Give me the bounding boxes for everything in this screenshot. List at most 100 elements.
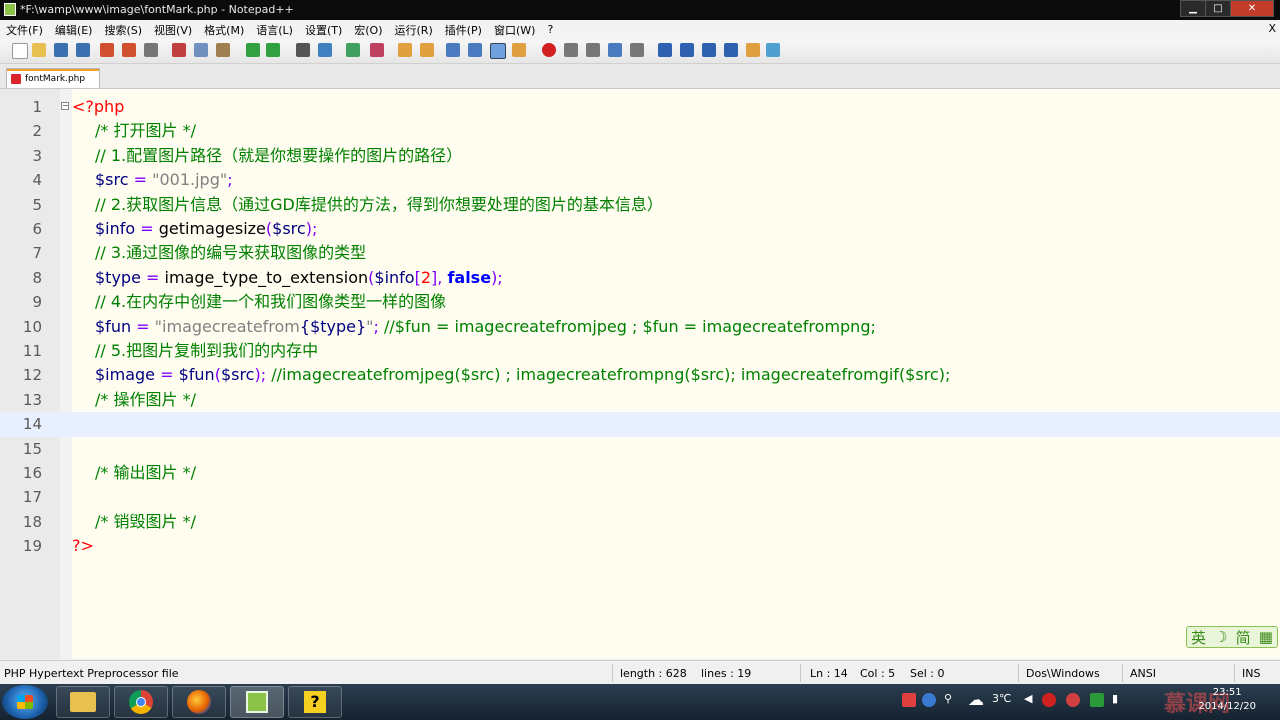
code-line[interactable]: 12 $image = $fun($src); //imagecreatefrom…	[0, 363, 1280, 387]
taskbar-chrome[interactable]	[114, 686, 168, 718]
comment: // 4.在内存中创建一个和我们图像类型一样的图像	[95, 292, 447, 312]
code-line[interactable]: 16 /* 输出图片 */	[0, 461, 1280, 485]
wrap-icon[interactable]	[446, 43, 460, 57]
replace-icon[interactable]	[318, 43, 332, 57]
code-line[interactable]: 1 − <?php	[0, 95, 1280, 119]
code-line[interactable]: 17	[0, 485, 1280, 509]
paste-icon[interactable]	[216, 43, 230, 57]
close-button[interactable]: ✕	[1230, 0, 1274, 17]
comment: /* 销毁图片 */	[95, 511, 196, 531]
maximize-button[interactable]: □	[1205, 0, 1231, 17]
find-icon[interactable]	[296, 43, 310, 57]
menu-search[interactable]: 搜索(S)	[98, 22, 148, 38]
code-line[interactable]: 4 $src = "001.jpg";	[0, 168, 1280, 192]
tray-record-icon[interactable]	[1042, 693, 1056, 707]
ime-language[interactable]: 英	[1191, 627, 1206, 648]
redo-icon[interactable]	[266, 43, 280, 57]
ime-toolbar[interactable]: 英 ☽ 简 ▦	[1186, 626, 1278, 648]
save-icon[interactable]	[54, 43, 68, 57]
code-line[interactable]: 9 // 4.在内存中创建一个和我们图像类型一样的图像	[0, 290, 1280, 314]
taskbar-help[interactable]: ?	[288, 686, 342, 718]
code-line[interactable]: 10 $fun = "imagecreatefrom{$type}"; //$fu…	[0, 315, 1280, 339]
undo-icon[interactable]	[246, 43, 260, 57]
line-number: 1	[32, 98, 42, 116]
menu-settings[interactable]: 设置(T)	[299, 22, 348, 38]
sort-icon[interactable]	[724, 43, 738, 57]
tray-mic-icon[interactable]: ⚲	[944, 692, 952, 705]
close-file-icon[interactable]	[100, 43, 114, 57]
close-all-icon[interactable]	[122, 43, 136, 57]
menu-edit[interactable]: 编辑(E)	[49, 22, 99, 38]
code-line[interactable]: 2 /* 打开图片 */	[0, 119, 1280, 143]
save-all-icon[interactable]	[76, 43, 90, 57]
indent-guide-icon[interactable]	[490, 43, 506, 59]
fold-toggle-icon[interactable]: −	[61, 102, 69, 110]
tray-clock[interactable]: 23:51 2014/12/20	[1198, 686, 1256, 714]
ime-mode[interactable]: 简	[1236, 627, 1251, 648]
sync-v-icon[interactable]	[398, 43, 412, 57]
code-line[interactable]: 3 // 1.配置图片路径（就是你想要操作的图片的路径）	[0, 144, 1280, 168]
save-macro-icon[interactable]	[630, 43, 644, 57]
line-number: 8	[32, 268, 42, 287]
play-macro-icon[interactable]	[586, 43, 600, 57]
tray-browser-icon[interactable]	[1066, 693, 1080, 707]
taskbar: ? ⚲ ☁ 3℃ ◀ ▮ 慕课网 23:51 2014/12/20	[0, 684, 1280, 720]
code-line[interactable]: 5 // 2.获取图片信息（通过GD库提供的方法，得到你想要处理的图片的基本信息）	[0, 193, 1280, 217]
spellcheck-icon[interactable]	[766, 43, 780, 57]
code-text: $image = $fun($src); //imagecreatefromjp…	[72, 363, 950, 387]
tray-app-icon[interactable]	[902, 693, 916, 707]
menu-run[interactable]: 运行(R)	[389, 22, 439, 38]
sync-h-icon[interactable]	[420, 43, 434, 57]
taskbar-notepadpp[interactable]	[230, 686, 284, 718]
taskbar-firefox[interactable]	[172, 686, 226, 718]
code-line[interactable]: 19 ?>	[0, 534, 1280, 558]
code-line[interactable]: 8 $type = image_type_to_extension($info[2…	[0, 266, 1280, 290]
menu-window[interactable]: 窗口(W)	[488, 22, 541, 38]
plugin-icon[interactable]	[746, 43, 760, 57]
menu-plugins[interactable]: 插件(P)	[439, 22, 488, 38]
tray-help-icon[interactable]	[922, 693, 936, 707]
menu-bar: 文件(F) 编辑(E) 搜索(S) 视图(V) 格式(M) 语言(L) 设置(T…	[0, 20, 1280, 39]
arrow-up-icon[interactable]	[680, 43, 694, 57]
menu-view[interactable]: 视图(V)	[148, 22, 198, 38]
menu-macro[interactable]: 宏(O)	[348, 22, 388, 38]
tray-expand-icon[interactable]: ◀	[1024, 692, 1032, 705]
code-line[interactable]: 7 // 3.通过图像的编号来获取图像的类型	[0, 241, 1280, 265]
minimize-button[interactable]: ▁	[1180, 0, 1206, 17]
zoom-in-icon[interactable]	[346, 43, 360, 57]
code-line[interactable]: 6 $info = getimagesize($src);	[0, 217, 1280, 241]
menu-format[interactable]: 格式(M)	[198, 22, 250, 38]
lang-icon[interactable]	[512, 43, 526, 57]
tray-temperature[interactable]: 3℃	[992, 692, 1011, 705]
code-line[interactable]: 13 /* 操作图片 */	[0, 388, 1280, 412]
cut-icon[interactable]	[172, 43, 186, 57]
record-macro-icon[interactable]	[542, 43, 556, 57]
new-file-icon[interactable]	[12, 43, 28, 59]
tab-fontmark[interactable]: fontMark.php	[6, 68, 100, 88]
function-list-icon[interactable]	[658, 43, 672, 57]
start-button[interactable]	[2, 685, 48, 719]
copy-icon[interactable]	[194, 43, 208, 57]
menu-language[interactable]: 语言(L)	[250, 22, 299, 38]
zoom-out-icon[interactable]	[370, 43, 384, 57]
menu-help[interactable]: ?	[541, 23, 559, 36]
code-line[interactable]: 18 /* 销毁图片 */	[0, 510, 1280, 534]
code-line[interactable]: 14	[0, 412, 1280, 437]
run-macro-multiple-icon[interactable]	[608, 43, 622, 57]
operator: =	[155, 365, 179, 385]
line-number: 17	[22, 488, 42, 507]
code-editor[interactable]: 1 − <?php 2 /* 打开图片 */ 3 // 1.配置图片路径（就是你想要操作的图…	[0, 89, 1280, 659]
stop-macro-icon[interactable]	[564, 43, 578, 57]
open-file-icon[interactable]	[32, 43, 46, 57]
arrow-down-icon[interactable]	[702, 43, 716, 57]
code-line[interactable]: 11 // 5.把图片复制到我们的内存中	[0, 339, 1280, 363]
show-all-chars-icon[interactable]	[468, 43, 482, 57]
keyboard-icon[interactable]: ▦	[1259, 628, 1273, 646]
tray-wechat-icon[interactable]	[1090, 693, 1104, 707]
menu-file[interactable]: 文件(F)	[0, 22, 49, 38]
close-document-icon[interactable]: X	[1268, 22, 1276, 35]
taskbar-explorer[interactable]	[56, 686, 110, 718]
code-line[interactable]: 15	[0, 437, 1280, 461]
network-icon[interactable]: ▮	[1112, 692, 1118, 705]
print-icon[interactable]	[144, 43, 158, 57]
